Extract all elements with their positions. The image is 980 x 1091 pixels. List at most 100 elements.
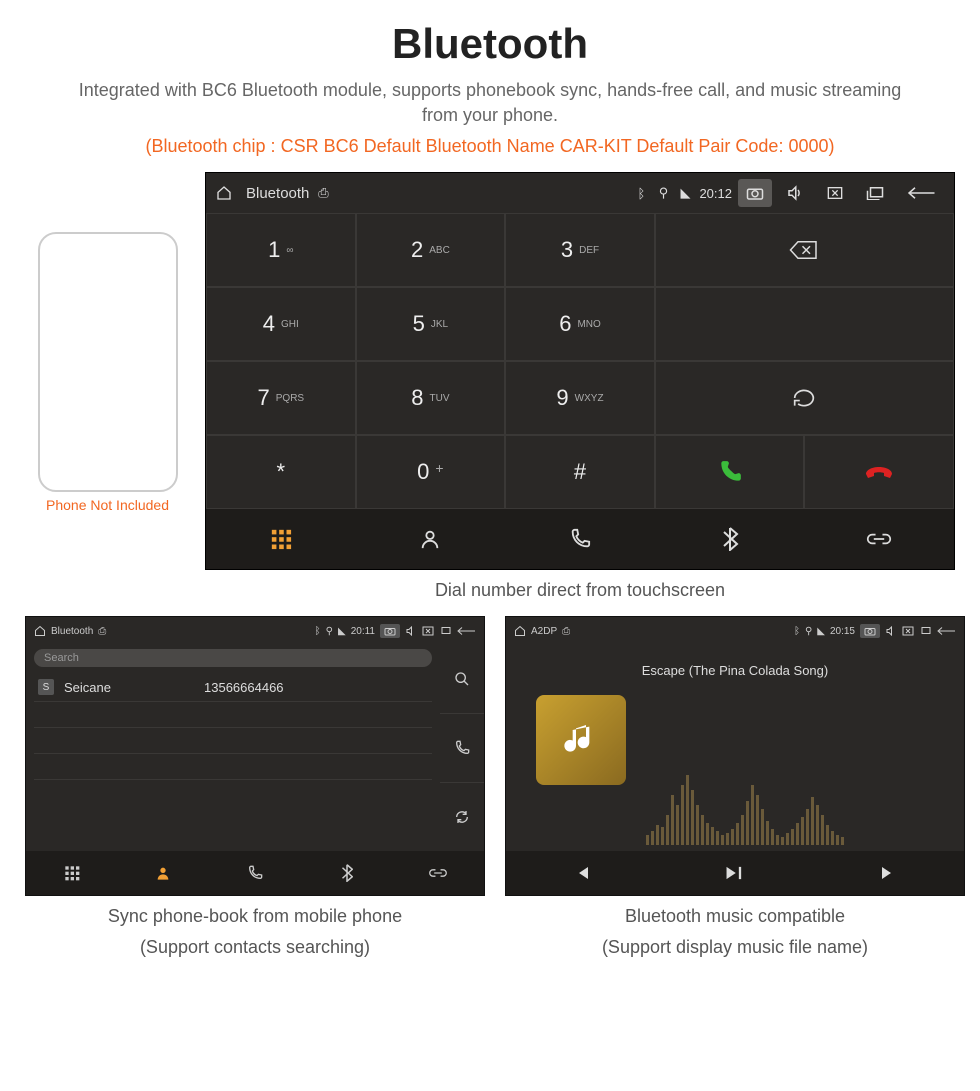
key-8[interactable]: 8TUV [356, 361, 506, 435]
close-button[interactable] [818, 179, 852, 207]
key-0[interactable]: 0+ [356, 435, 506, 509]
contacts-status-bar: Bluetooth ⎙ ᛒ ⚲ ◣ 20:11 [26, 617, 484, 645]
nav-pair[interactable] [392, 851, 484, 895]
dialer-caption: Dial number direct from touchscreen [205, 570, 955, 611]
side-call-button[interactable] [440, 714, 484, 783]
key-5[interactable]: 5JKL [356, 287, 506, 361]
prev-button[interactable] [506, 851, 659, 895]
contacts-caption-2: (Support contacts searching) [25, 937, 485, 968]
usb-icon: ⎙ [315, 185, 331, 201]
volume-button[interactable] [778, 179, 812, 207]
side-search-button[interactable] [440, 645, 484, 714]
contact-row-empty [34, 728, 432, 754]
play-pause-button[interactable] [659, 851, 812, 895]
nav-contacts[interactable] [118, 851, 210, 895]
camera-button[interactable] [860, 624, 880, 638]
search-input[interactable]: Search [34, 649, 432, 667]
contact-row-empty [34, 702, 432, 728]
close-button[interactable] [902, 626, 914, 636]
home-icon[interactable] [514, 625, 526, 637]
page-title: Bluetooth [0, 0, 980, 78]
key-4[interactable]: 4GHI [206, 287, 356, 361]
nav-contacts[interactable] [356, 509, 506, 569]
key-6[interactable]: 6MNO [505, 287, 655, 361]
home-icon[interactable] [34, 625, 46, 637]
call-button[interactable] [655, 435, 805, 509]
dialer-screen: Bluetooth ⎙ ᛒ ⚲ ◣ 20:12 1∞ 2ABC 3DEF 4GH… [205, 172, 955, 570]
location-icon: ⚲ [326, 626, 333, 637]
album-art [536, 695, 626, 785]
phone-illustration: Phone Not Included [25, 172, 190, 513]
app-title: Bluetooth [246, 185, 309, 202]
status-bar: Bluetooth ⎙ ᛒ ⚲ ◣ 20:12 [206, 173, 954, 213]
back-button[interactable] [898, 179, 944, 207]
nav-recent-calls[interactable] [209, 851, 301, 895]
usb-icon: ⎙ [98, 626, 106, 637]
key-3[interactable]: 3DEF [505, 213, 655, 287]
visualizer [646, 765, 944, 845]
key-2[interactable]: 2ABC [356, 213, 506, 287]
nav-recent-calls[interactable] [505, 509, 655, 569]
contacts-bottom-nav [26, 851, 484, 895]
home-icon[interactable] [216, 185, 232, 201]
recents-button[interactable] [439, 626, 451, 636]
hangup-button[interactable] [804, 435, 954, 509]
contact-row-empty [34, 754, 432, 780]
bottom-nav [206, 509, 954, 569]
wifi-icon: ◣ [338, 626, 346, 637]
recents-button[interactable] [919, 626, 931, 636]
contact-row[interactable]: S Seicane 13566664466 [34, 673, 432, 702]
volume-button[interactable] [885, 626, 897, 636]
bluetooth-status-icon: ᛒ [633, 185, 649, 201]
side-sync-button[interactable] [440, 783, 484, 851]
clock: 20:12 [699, 186, 732, 201]
clock: 20:11 [351, 626, 375, 637]
camera-button[interactable] [380, 624, 400, 638]
usb-icon: ⎙ [562, 626, 570, 637]
contact-badge: S [38, 679, 54, 695]
nav-bluetooth[interactable] [301, 851, 393, 895]
location-icon: ⚲ [805, 626, 812, 637]
key-star[interactable]: * [206, 435, 356, 509]
blank-key [655, 287, 954, 361]
music-status-bar: A2DP ⎙ ᛒ ⚲ ◣ 20:15 [506, 617, 964, 645]
contact-row-empty [34, 780, 432, 806]
dialpad: 1∞ 2ABC 3DEF 4GHI 5JKL 6MNO 7PQRS 8TUV 9… [206, 213, 954, 509]
redial-button[interactable] [655, 361, 954, 435]
contacts-screen: Bluetooth ⎙ ᛒ ⚲ ◣ 20:11 Search S Seica [25, 616, 485, 896]
nav-dialpad[interactable] [26, 851, 118, 895]
music-controls [506, 851, 964, 895]
key-1[interactable]: 1∞ [206, 213, 356, 287]
location-icon: ⚲ [655, 185, 671, 201]
volume-button[interactable] [405, 626, 417, 636]
key-7[interactable]: 7PQRS [206, 361, 356, 435]
bluetooth-status-icon: ᛒ [794, 626, 800, 637]
key-9[interactable]: 9WXYZ [505, 361, 655, 435]
backspace-button[interactable] [655, 213, 954, 287]
music-screen: A2DP ⎙ ᛒ ⚲ ◣ 20:15 Escape (The Pina Cola… [505, 616, 965, 896]
camera-button[interactable] [738, 179, 772, 207]
back-button[interactable] [936, 626, 956, 636]
phone-caption: Phone Not Included [25, 497, 190, 513]
key-hash[interactable]: # [505, 435, 655, 509]
bluetooth-status-icon: ᛒ [315, 626, 321, 637]
bluetooth-specs: (Bluetooth chip : CSR BC6 Default Blueto… [0, 128, 980, 172]
clock: 20:15 [830, 626, 855, 637]
wifi-icon: ◣ [677, 185, 693, 201]
back-button[interactable] [456, 626, 476, 636]
music-caption-2: (Support display music file name) [505, 937, 965, 968]
page-description: Integrated with BC6 Bluetooth module, su… [0, 78, 980, 128]
contact-number: 13566664466 [204, 680, 284, 695]
contacts-caption-1: Sync phone-book from mobile phone [25, 896, 485, 937]
recents-button[interactable] [858, 179, 892, 207]
nav-bluetooth[interactable] [655, 509, 805, 569]
song-title: Escape (The Pina Colada Song) [506, 663, 964, 678]
next-button[interactable] [811, 851, 964, 895]
contact-name: Seicane [64, 680, 204, 695]
wifi-icon: ◣ [817, 626, 825, 637]
app-title: A2DP [531, 626, 557, 637]
nav-pair[interactable] [804, 509, 954, 569]
app-title: Bluetooth [51, 626, 93, 637]
close-button[interactable] [422, 626, 434, 636]
nav-dialpad[interactable] [206, 509, 356, 569]
